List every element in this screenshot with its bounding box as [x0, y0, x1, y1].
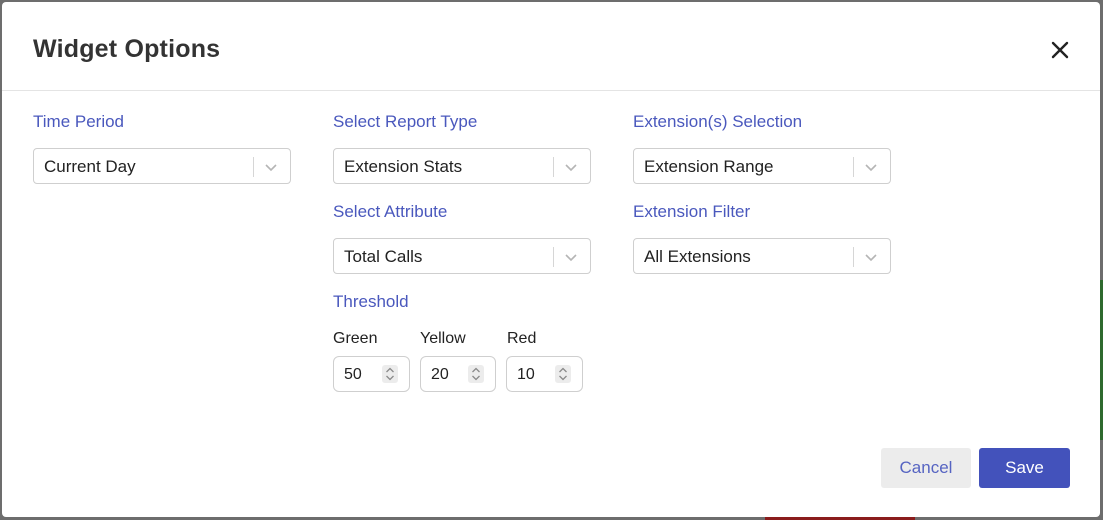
- threshold-green-value: 50: [344, 366, 362, 383]
- cancel-button[interactable]: Cancel: [881, 448, 971, 488]
- threshold-red-label: Red: [507, 330, 537, 347]
- chevron-down-icon: [265, 164, 277, 172]
- select-separator: [553, 157, 554, 177]
- select-separator: [253, 157, 254, 177]
- chevron-down-icon: [565, 254, 577, 262]
- extension-selection-value: Extension Range: [644, 157, 774, 176]
- widget-options-dialog: Widget Options Time Period Current Day S…: [2, 2, 1100, 517]
- save-button[interactable]: Save: [979, 448, 1070, 488]
- chevron-down-icon: [865, 164, 877, 172]
- threshold-yellow-stepper[interactable]: 20: [420, 356, 496, 392]
- time-period-select[interactable]: Current Day: [33, 148, 291, 184]
- extension-filter-label: Extension Filter: [633, 202, 751, 221]
- threshold-yellow-label: Yellow: [420, 330, 466, 347]
- spinner-icon[interactable]: [555, 365, 571, 383]
- threshold-yellow-value: 20: [431, 366, 449, 383]
- attribute-select[interactable]: Total Calls: [333, 238, 591, 274]
- chevron-down-icon: [565, 164, 577, 172]
- threshold-red-value: 10: [517, 366, 535, 383]
- extension-filter-value: All Extensions: [644, 247, 751, 266]
- close-icon[interactable]: [1050, 40, 1070, 60]
- report-type-value: Extension Stats: [344, 157, 463, 176]
- select-separator: [853, 247, 854, 267]
- attribute-label: Select Attribute: [333, 202, 448, 221]
- threshold-label: Threshold: [333, 292, 409, 311]
- threshold-green-stepper[interactable]: 50: [333, 356, 410, 392]
- dialog-header: Widget Options: [2, 2, 1100, 91]
- spinner-icon[interactable]: [468, 365, 484, 383]
- extension-selection-select[interactable]: Extension Range: [633, 148, 891, 184]
- report-type-label: Select Report Type: [333, 112, 478, 131]
- time-period-value: Current Day: [44, 157, 136, 176]
- threshold-red-stepper[interactable]: 10: [506, 356, 583, 392]
- dialog-title: Widget Options: [33, 35, 221, 63]
- chevron-down-icon: [865, 254, 877, 262]
- spinner-icon[interactable]: [382, 365, 398, 383]
- attribute-value: Total Calls: [344, 247, 423, 266]
- extension-filter-select[interactable]: All Extensions: [633, 238, 891, 274]
- report-type-select[interactable]: Extension Stats: [333, 148, 591, 184]
- time-period-label: Time Period: [33, 112, 125, 131]
- select-separator: [553, 247, 554, 267]
- extension-selection-label: Extension(s) Selection: [633, 112, 803, 131]
- threshold-green-label: Green: [333, 330, 378, 347]
- select-separator: [853, 157, 854, 177]
